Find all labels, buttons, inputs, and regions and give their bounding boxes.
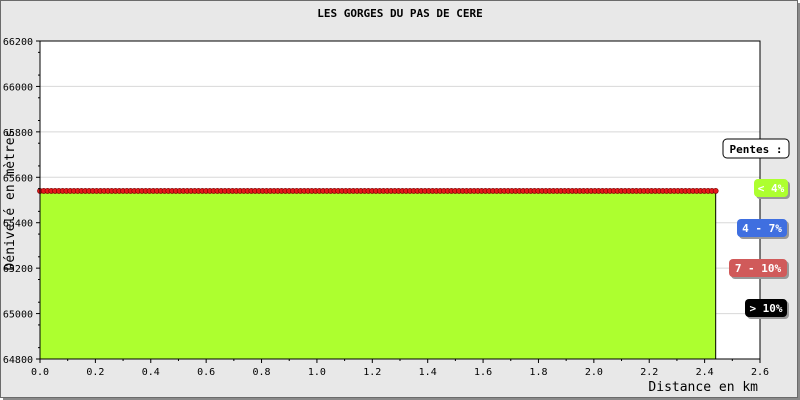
y-tick-label: 66200 (3, 37, 33, 48)
x-tick-label: 0.6 (197, 367, 215, 378)
profile-point (712, 188, 719, 194)
x-tick-label: 0.8 (253, 367, 271, 378)
elevation-area (39, 190, 717, 360)
elevation-chart: 6480065000652006540065600658006600066200… (3, 7, 790, 395)
legend-label: > 10% (749, 302, 782, 315)
legend-label: 4 - 7% (742, 222, 782, 235)
x-tick-label: 0.2 (86, 367, 104, 378)
y-tick-label: 65000 (3, 310, 33, 321)
x-tick-label: 0.0 (31, 367, 49, 378)
x-tick-label: 2.2 (640, 367, 658, 378)
y-tick-label: 66000 (3, 82, 33, 93)
profile-points (37, 188, 719, 194)
x-tick-label: 1.0 (308, 367, 326, 378)
x-tick-label: 2.6 (751, 367, 769, 378)
x-tick-label: 1.6 (474, 367, 492, 378)
y-tick-label: 64800 (3, 355, 33, 366)
x-tick-label: 2.4 (696, 367, 714, 378)
y-axis-label: Dénivelé en mètres (3, 130, 18, 271)
x-tick-label: 2.0 (585, 367, 603, 378)
profile-area (39, 190, 717, 360)
x-tick-label: 0.4 (142, 367, 160, 378)
legend-label: 7 - 10% (735, 262, 782, 275)
legend-title: Pentes : (730, 143, 783, 156)
chart-title: LES GORGES DU PAS DE CERE (317, 7, 483, 20)
x-tick-label: 1.2 (363, 367, 381, 378)
legend-label: < 4% (758, 182, 785, 195)
x-axis-label: Distance en km (648, 380, 758, 395)
x-tick-label: 1.4 (419, 367, 437, 378)
x-tick-label: 1.8 (529, 367, 547, 378)
